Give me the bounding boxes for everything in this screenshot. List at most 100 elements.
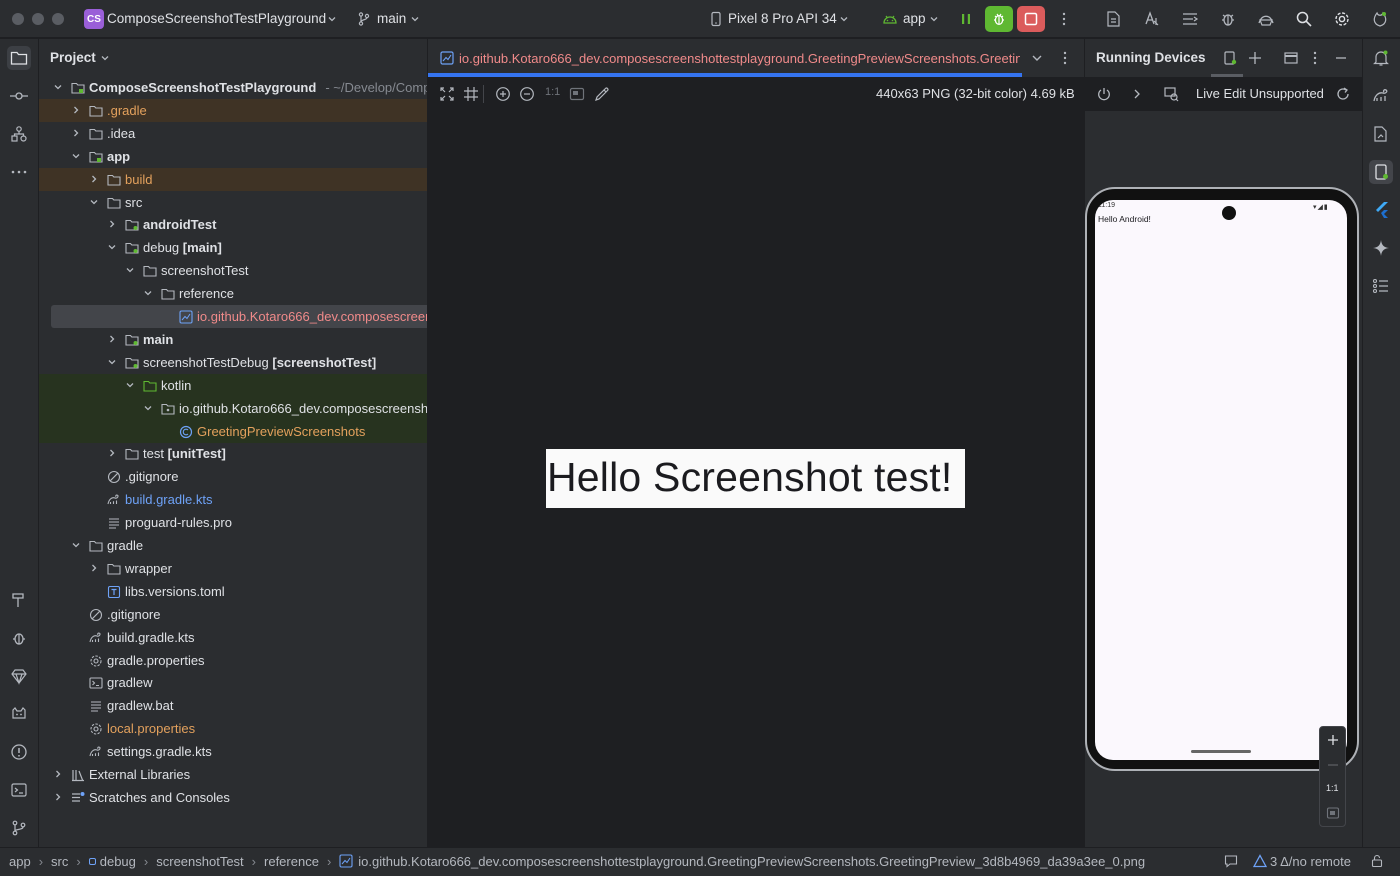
- device-manager-icon[interactable]: [1104, 9, 1124, 29]
- refresh-icon[interactable]: [1335, 86, 1351, 102]
- add-device-icon[interactable]: [1247, 50, 1263, 66]
- tree-row[interactable]: src: [39, 191, 427, 214]
- zoom-out-icon[interactable]: [519, 86, 535, 102]
- tree-row[interactable]: androidTest: [39, 213, 427, 236]
- structure-icon[interactable]: [7, 122, 31, 146]
- tree-row[interactable]: debug [main]: [39, 236, 427, 259]
- attach-debugger-icon[interactable]: [1218, 9, 1238, 29]
- chevron-down-icon[interactable]: [71, 151, 81, 161]
- build-variants-icon[interactable]: [1180, 9, 1200, 29]
- chevron-down-icon[interactable]: [100, 53, 110, 63]
- chevron-down-icon[interactable]: [926, 9, 942, 29]
- chevron-right-icon[interactable]: [107, 219, 117, 229]
- tree-row[interactable]: screenshotTestDebug [screenshotTest]: [39, 351, 427, 374]
- chevron-right-icon[interactable]: [89, 563, 99, 573]
- chevron-down-icon[interactable]: [89, 197, 99, 207]
- chevron-right-icon[interactable]: [53, 792, 63, 802]
- tree-row[interactable]: .idea: [39, 122, 427, 145]
- minimize-icon[interactable]: [1333, 50, 1349, 66]
- more-vertical-icon[interactable]: [1054, 9, 1074, 29]
- running-devices-icon[interactable]: [1369, 160, 1393, 184]
- chevron-right-icon[interactable]: [71, 105, 81, 115]
- commit-icon[interactable]: [7, 84, 31, 108]
- gradle-icon[interactable]: [1369, 84, 1393, 108]
- grid-icon[interactable]: [463, 86, 479, 102]
- tree-row[interactable]: libs.versions.toml: [39, 580, 427, 603]
- build-hammer-icon[interactable]: [7, 588, 31, 612]
- debug-bug-icon[interactable]: [7, 626, 31, 650]
- tree-row[interactable]: proguard-rules.pro: [39, 511, 427, 534]
- notifications-bell-icon[interactable]: [1369, 46, 1393, 70]
- warning-triangle-icon[interactable]: [1253, 854, 1267, 868]
- device-selector[interactable]: Pixel 8 Pro API 34: [728, 11, 837, 26]
- apply-changes-icon[interactable]: [956, 9, 976, 29]
- device-icon[interactable]: [706, 9, 726, 29]
- chevron-down-icon[interactable]: [324, 9, 340, 29]
- more-vertical-icon[interactable]: [1059, 50, 1071, 66]
- tree-row[interactable]: External Libraries: [39, 763, 427, 786]
- tree-row[interactable]: build.gradle.kts: [39, 488, 427, 511]
- tree-row[interactable]: gradle: [39, 534, 427, 557]
- breadcrumb-item[interactable]: screenshotTest: [156, 854, 243, 869]
- breadcrumb-item[interactable]: src: [51, 854, 68, 869]
- git-branch-icon[interactable]: [354, 9, 374, 29]
- tree-row[interactable]: local.properties: [39, 717, 427, 740]
- device-mirroring-icon[interactable]: [1163, 86, 1179, 102]
- tree-row[interactable]: io.github.Kotaro666_dev.composescreensho…: [39, 396, 427, 420]
- project-name[interactable]: ComposeScreenshotTestPlayground: [107, 11, 326, 26]
- tree-row[interactable]: gradlew.bat: [39, 694, 427, 717]
- gem-icon[interactable]: [7, 664, 31, 688]
- background-toggle-icon[interactable]: [569, 86, 585, 102]
- chevron-down-icon[interactable]: [407, 9, 423, 29]
- window-zoom-button[interactable]: [52, 13, 64, 25]
- chevron-down-icon[interactable]: [53, 82, 63, 92]
- vcs-status[interactable]: 3 Δ/no remote: [1270, 854, 1351, 869]
- tree-row[interactable]: test [unitTest]: [39, 442, 427, 465]
- logcat-icon[interactable]: [7, 702, 31, 726]
- settings-gear-icon[interactable]: [1332, 9, 1352, 29]
- gemini-sparkle-icon[interactable]: [1369, 236, 1393, 260]
- breadcrumb-item[interactable]: app: [9, 854, 31, 869]
- chevron-right-icon[interactable]: [53, 769, 63, 779]
- tree-row[interactable]: GreetingPreviewScreenshots: [39, 419, 427, 443]
- stop-button[interactable]: [1017, 6, 1045, 32]
- live-edit-status[interactable]: Live Edit Unsupported: [1196, 86, 1324, 101]
- actual-size-button[interactable]: 1:1: [545, 86, 560, 98]
- window-minimize-button[interactable]: [32, 13, 44, 25]
- search-icon[interactable]: [1294, 9, 1314, 29]
- chevron-down-icon[interactable]: [143, 403, 153, 413]
- zoom-out-icon[interactable]: [1326, 758, 1340, 772]
- fit-screen-icon[interactable]: [1326, 806, 1340, 820]
- project-folder-icon[interactable]: [7, 46, 31, 70]
- android-app-icon[interactable]: [880, 9, 900, 29]
- flutter-icon[interactable]: [1369, 198, 1393, 222]
- chevron-down-icon[interactable]: [836, 9, 852, 29]
- chevron-right-icon[interactable]: [1129, 86, 1145, 102]
- chevron-down-icon[interactable]: [71, 540, 81, 550]
- debug-button[interactable]: [985, 6, 1013, 32]
- zoom-in-icon[interactable]: [495, 86, 511, 102]
- breadcrumb-item[interactable]: io.github.Kotaro666_dev.composescreensho…: [358, 854, 1145, 869]
- tree-row[interactable]: main: [39, 328, 427, 351]
- project-panel-title[interactable]: Project: [50, 50, 96, 65]
- version-control-icon[interactable]: [7, 816, 31, 840]
- translate-icon[interactable]: [1142, 9, 1162, 29]
- breadcrumb-item[interactable]: debug: [100, 854, 136, 869]
- tree-row[interactable]: .gradle: [39, 98, 427, 122]
- tree-row[interactable]: Scratches and Consoles: [39, 786, 427, 809]
- terminal-icon[interactable]: [7, 778, 31, 802]
- chevron-right-icon[interactable]: [107, 334, 117, 344]
- device-tab-icon[interactable]: [1222, 50, 1238, 66]
- chevron-down-icon[interactable]: [143, 288, 153, 298]
- project-badge[interactable]: CS: [84, 9, 104, 29]
- sdk-manager-icon[interactable]: [1256, 9, 1276, 29]
- problems-icon[interactable]: [7, 740, 31, 764]
- chevron-right-icon[interactable]: [89, 174, 99, 184]
- tree-row[interactable]: reference: [39, 282, 427, 305]
- tree-row[interactable]: ComposeScreenshotTestPlayground - ~/Devel…: [39, 76, 427, 99]
- chevron-down-icon[interactable]: [107, 242, 117, 252]
- chevron-down-icon[interactable]: [107, 357, 117, 367]
- comment-icon[interactable]: [1224, 854, 1238, 868]
- tree-row[interactable]: app: [39, 145, 427, 168]
- list-icon[interactable]: [1369, 274, 1393, 298]
